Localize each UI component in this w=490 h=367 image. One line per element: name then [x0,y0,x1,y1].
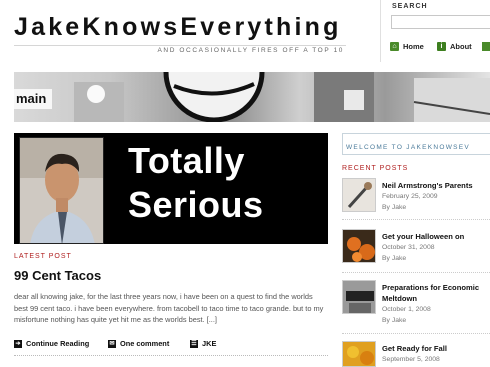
continue-reading-link[interactable]: ➔ Continue Reading [14,339,89,348]
home-icon: ⌂ [390,42,399,51]
user-icon: ☰ [190,339,198,348]
banner-label: main [14,89,52,109]
info-icon: i [437,42,446,51]
author-photo [19,137,104,244]
search-input[interactable] [391,15,490,29]
header-banner-image [14,72,490,122]
nav-about[interactable]: i About [437,42,472,51]
recent-post-date-4: September 5, 2008 [382,356,440,363]
recent-post-title-3[interactable]: Preparations for Economic Meltdown [382,282,490,304]
recent-post-thumbnail[interactable] [342,341,376,367]
recent-post-thumbnail[interactable] [342,229,376,263]
author-link[interactable]: ☰ JKE [190,339,216,348]
recent-post-thumbnail[interactable] [342,280,376,314]
post-title-link[interactable]: 99 Cent Tacos [14,268,101,283]
recent-post-divider [342,333,490,334]
hero-line-2: Serious [128,184,264,225]
recent-post-thumbnail[interactable] [342,178,376,212]
post-divider [14,355,328,356]
site-title[interactable]: JakeKnowsEverything [14,13,342,42]
recent-post-author-3: By Jake [382,317,407,324]
recent-post-divider [342,272,490,273]
nav-home-label: Home [403,42,424,51]
recent-post-title-4[interactable]: Get Ready for Fall [382,343,490,354]
header-divider [380,0,381,62]
welcome-text: WELCOME TO JAKEKNOWSEV [346,144,471,151]
recent-posts-label: RECENT POSTS [342,165,409,172]
nav-more-icon[interactable] [482,42,490,51]
nav-home[interactable]: ⌂ Home [390,42,424,51]
recent-post-divider [342,219,490,220]
continue-reading-label: Continue Reading [26,339,90,348]
recent-post-date-2: October 31, 2008 [382,244,435,251]
comments-link[interactable]: ✉ One comment [108,339,169,348]
search-label: SEARCH [392,3,428,10]
recent-post-author-2: By Jake [382,255,407,262]
latest-post-label: LATEST POST [14,253,72,260]
recent-post-date-1: February 25, 2009 [382,193,438,200]
author-label: JKE [202,339,217,348]
arrow-right-icon: ➔ [14,339,22,348]
recent-post-author-1: By Jake [382,204,407,211]
recent-post-date-3: October 1, 2008 [382,306,431,313]
hero-text: Totally Serious [128,139,264,227]
recent-post-title-2[interactable]: Get your Halloween on [382,231,490,242]
site-tagline: AND OCCASIONALLY FIRES OFF A TOP 10 [157,47,344,54]
title-divider [14,45,346,46]
comment-icon: ✉ [108,339,116,348]
hero-line-1: Totally [128,140,245,181]
comments-label: One comment [120,339,170,348]
post-excerpt: dear all knowing jake, for the last thre… [14,292,324,324]
recent-post-title-1[interactable]: Neil Armstrong's Parents [382,180,490,191]
nav-about-label: About [450,42,472,51]
